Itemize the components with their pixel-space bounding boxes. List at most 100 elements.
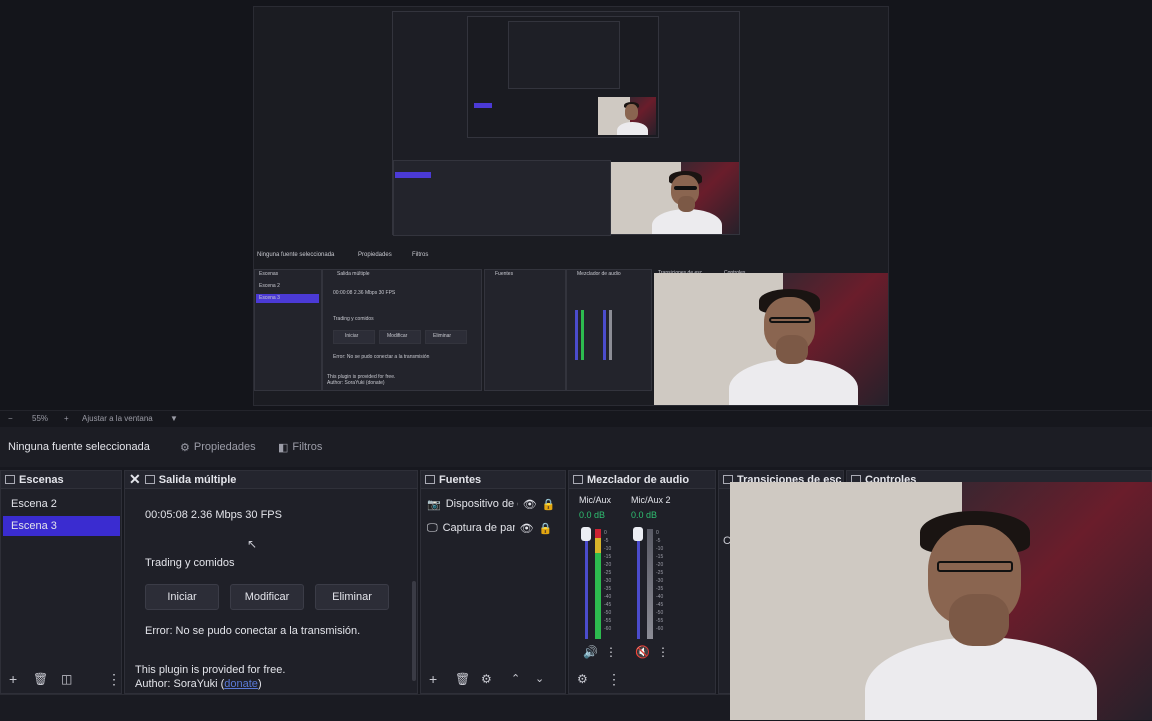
- scene-item[interactable]: Escena 2: [3, 494, 120, 514]
- channel-name: Mic/Aux: [579, 495, 612, 505]
- mini-mixer-dock: Mezclador de audio: [566, 269, 652, 391]
- no-source-label: Ninguna fuente seleccionada: [8, 441, 150, 453]
- preview-canvas: Ninguna fuente seleccionada Propiedades …: [253, 6, 889, 406]
- lock-icon[interactable]: 🔒: [539, 522, 553, 535]
- properties-label: Propiedades: [193, 441, 256, 453]
- chevron-down-icon[interactable]: ▼: [170, 414, 178, 423]
- gear-icon[interactable]: ⚙: [481, 672, 492, 686]
- add-icon[interactable]: +: [429, 672, 437, 686]
- mixer-footer: ⚙ ⋮: [569, 667, 715, 693]
- mixer-title: Mezclador de audio: [587, 473, 690, 486]
- webcam-overlay: [730, 482, 1152, 720]
- properties-button[interactable]: ⚙ Propiedades: [180, 437, 256, 457]
- eye-icon[interactable]: 👁: [520, 522, 534, 535]
- monitor-icon: 🖵: [427, 521, 438, 534]
- modify-button[interactable]: Modificar: [230, 584, 304, 610]
- nested-preview: [392, 11, 740, 236]
- multi-output-title: Salida múltiple: [158, 473, 237, 486]
- zoom-value: 55%: [32, 414, 49, 423]
- source-item[interactable]: 📷 Dispositivo de c 👁 🔒: [427, 494, 563, 514]
- speaker-icon[interactable]: 🔊: [583, 645, 598, 659]
- mixer-channel: Mic/Aux 2 0.0 dB 0 -5 -10 -15 -20 -25 -30 -35 -4…: [627, 489, 671, 669]
- dock-icon: [144, 475, 155, 484]
- nested-webcam: [611, 162, 739, 234]
- more-icon[interactable]: ⋮: [607, 672, 621, 686]
- zoom-in-icon[interactable]: +: [64, 414, 69, 423]
- scenes-footer: + 🗑 ◫ ⋮: [1, 667, 121, 693]
- target-name: Trading y comidos: [145, 557, 235, 569]
- dock-icon: [573, 475, 583, 484]
- channel-db: 0.0 dB: [631, 510, 658, 520]
- more-icon[interactable]: ⋮: [605, 645, 617, 659]
- source-toolbar: Ninguna fuente seleccionada ⚙ Propiedade…: [0, 427, 1152, 467]
- mini-sources-dock: Fuentes: [484, 269, 566, 391]
- status-bar: [0, 694, 730, 721]
- zoom-fit-label[interactable]: Ajustar a la ventana: [82, 414, 153, 423]
- sources-dock-title[interactable]: Fuentes: [421, 471, 565, 489]
- multi-output-title-bar[interactable]: ✕ Salida múltiple: [125, 471, 417, 489]
- mini-no-source-label: Ninguna fuente seleccionada: [257, 252, 335, 258]
- source-label: Captura de pan: [442, 522, 515, 534]
- source-label: Dispositivo de c: [445, 498, 518, 510]
- audio-meter: [595, 529, 601, 639]
- sources-dock: Fuentes 📷 Dispositivo de c 👁 🔒 🖵 Captura…: [420, 470, 566, 694]
- meter-scale: 0 -5 -10 -15 -20 -25 -30 -35 -40 -45 -50 -55 -60: [656, 530, 664, 632]
- mixer-dock-title[interactable]: Mezclador de audio: [569, 471, 715, 489]
- sources-footer: + 🗑 ⚙ ⌃ ⌄: [421, 667, 565, 693]
- plugin-note: This plugin is provided for free.: [135, 664, 286, 676]
- error-message: Error: No se pudo conectar a la transmis…: [145, 625, 361, 637]
- zoom-out-icon[interactable]: −: [8, 414, 13, 423]
- more-icon[interactable]: ⋮: [107, 672, 121, 686]
- scenes-dock-title[interactable]: Escenas: [1, 471, 121, 489]
- volume-fader[interactable]: [585, 529, 588, 639]
- delete-button[interactable]: Eliminar: [315, 584, 389, 610]
- camera-icon: 📷: [427, 498, 441, 511]
- source-item[interactable]: 🖵 Captura de pan 👁 🔒: [427, 518, 563, 538]
- mini-multi-output-dock: Salida múltiple 00:00:08 2.36 Mbps 30 FP…: [322, 269, 482, 391]
- mini-webcam: [654, 273, 888, 405]
- nested-webcam-small: [598, 97, 656, 135]
- add-icon[interactable]: +: [9, 672, 17, 686]
- sources-title: Fuentes: [439, 473, 482, 486]
- preview-area[interactable]: Ninguna fuente seleccionada Propiedades …: [0, 0, 1152, 410]
- gear-icon: ⚙: [180, 441, 190, 454]
- stream-stats: 00:05:08 2.36 Mbps 30 FPS: [145, 509, 282, 521]
- filter-icon[interactable]: ◫: [61, 672, 72, 686]
- muted-speaker-icon[interactable]: 🔇: [635, 645, 650, 659]
- trash-icon[interactable]: 🗑: [33, 672, 48, 686]
- multi-output-dock: ✕ Salida múltiple 00:05:08 2.36 Mbps 30 …: [124, 470, 418, 694]
- more-icon[interactable]: ⋮: [657, 645, 669, 659]
- mini-properties-label: Propiedades: [358, 252, 392, 258]
- scrollbar[interactable]: [412, 581, 416, 681]
- channel-db: 0.0 dB: [579, 510, 606, 520]
- scene-item-selected[interactable]: Escena 3: [3, 516, 120, 536]
- audio-meter: [647, 529, 653, 639]
- mixer-channel: Mic/Aux 0.0 dB 0 -5 -10 -15 -20 -25 -30 -35 -40-…: [575, 489, 619, 669]
- volume-fader[interactable]: [637, 529, 640, 639]
- preview-zoom-bar: − 55% + Ajustar a la ventana ▼: [0, 410, 1152, 427]
- chevron-up-icon[interactable]: ⌃: [511, 672, 520, 686]
- eye-icon[interactable]: 👁: [523, 498, 537, 511]
- dock-icon: [5, 475, 15, 484]
- start-button[interactable]: Iniciar: [145, 584, 219, 610]
- trash-icon[interactable]: 🗑: [455, 672, 470, 686]
- filters-label: Filtros: [292, 441, 323, 453]
- author-suffix: ): [257, 678, 262, 690]
- fader-handle[interactable]: [633, 527, 643, 541]
- fader-handle[interactable]: [581, 527, 591, 541]
- channel-name: Mic/Aux 2: [631, 495, 671, 505]
- mouse-cursor-icon: ↖: [247, 537, 258, 551]
- settings-icon[interactable]: ⚙: [577, 672, 588, 686]
- donate-link[interactable]: donate: [224, 678, 258, 690]
- lock-icon[interactable]: 🔒: [542, 498, 556, 511]
- scene-label: Escena 3: [11, 520, 57, 532]
- close-icon[interactable]: ✕: [129, 471, 141, 488]
- meter-scale: 0 -5 -10 -15 -20 -25 -30 -35 -40 -45 -50 -55 -60: [604, 530, 612, 632]
- chevron-down-icon[interactable]: ⌄: [535, 672, 544, 686]
- author-line: Author: SoraYuki (donate): [135, 678, 262, 690]
- audio-mixer-dock: Mezclador de audio Mic/Aux 0.0 dB 0 -5 -10…: [568, 470, 716, 694]
- filter-icon: ◧: [278, 441, 289, 454]
- filters-button[interactable]: ◧ Filtros: [278, 437, 322, 457]
- author-prefix: Author: SoraYuki (: [135, 678, 225, 690]
- mini-scenes-dock: Escenas Escena 2 Escena 3: [254, 269, 322, 391]
